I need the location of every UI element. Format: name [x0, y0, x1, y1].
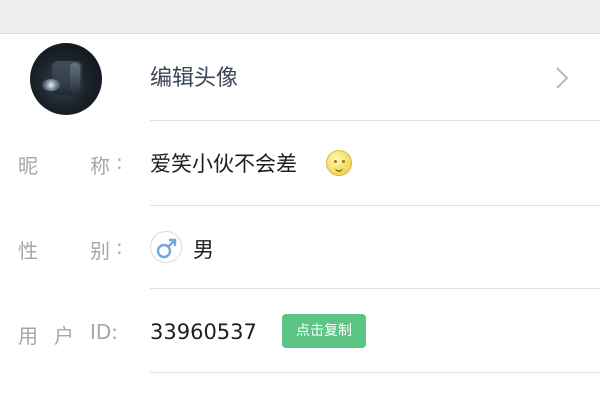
user-id-label-char1: 用 — [18, 324, 38, 348]
male-symbol-icon — [156, 238, 177, 259]
top-strip — [0, 0, 600, 34]
divider — [150, 205, 600, 206]
profile-page: 编辑头像 昵 称 : 爱笑小伙不会差 性 别 : 男 用 户 ID: 33960… — [0, 0, 600, 400]
gender-label-char2: 别 — [90, 239, 110, 263]
gender-label-char1: 性 — [18, 239, 38, 263]
nickname-label-char1: 昵 — [18, 154, 38, 178]
avatar-highlight — [70, 63, 80, 93]
nickname-label-colon: : — [116, 150, 123, 174]
gender-label-colon: : — [116, 235, 123, 259]
edit-avatar-label[interactable]: 编辑头像 — [150, 60, 238, 98]
chevron-right-icon[interactable] — [547, 64, 575, 92]
avatar-light — [42, 79, 60, 91]
nickname-label-char2: 称 — [90, 154, 110, 178]
copy-id-button[interactable]: 点击复制 — [282, 314, 366, 348]
gender-value: 男 — [193, 238, 214, 262]
user-id-label-suffix: ID: — [90, 320, 119, 344]
user-id-value: 33960537 — [150, 320, 257, 344]
smiley-emoji-icon — [326, 150, 352, 176]
nickname-value: 爱笑小伙不会差 — [150, 152, 297, 176]
user-id-label-char2: 户 — [54, 324, 74, 348]
divider — [150, 288, 600, 289]
divider — [150, 372, 600, 373]
gender-icon-badge — [150, 231, 182, 263]
avatar[interactable] — [30, 43, 102, 115]
divider — [150, 120, 600, 121]
